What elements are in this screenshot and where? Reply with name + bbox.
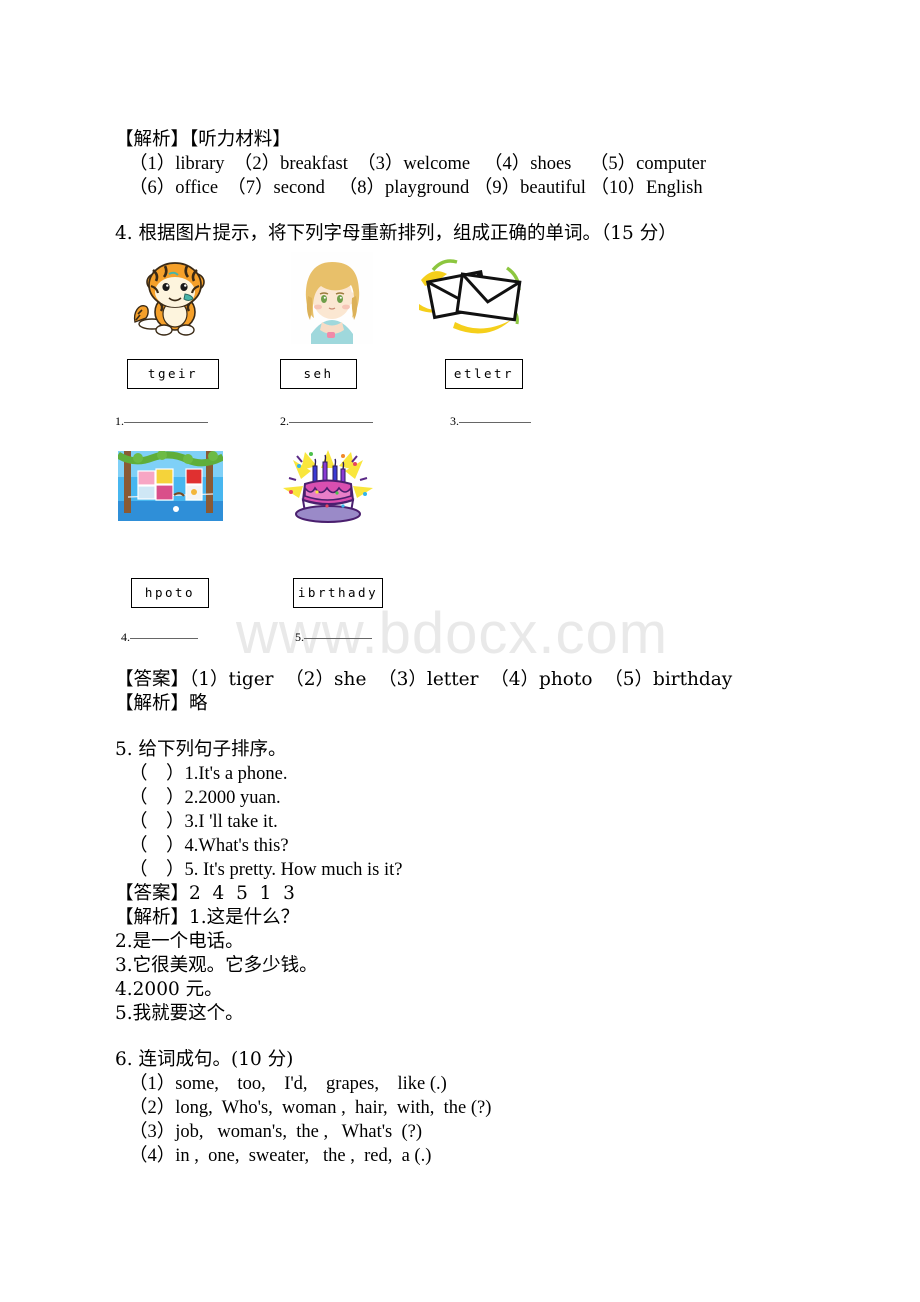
question-6-item-3[interactable]: （3）job, woman's, the , What's (?) <box>115 1120 920 1144</box>
answer-blank-5[interactable]: 5. <box>295 630 372 645</box>
answer-blank-3[interactable]: 3. <box>450 414 531 429</box>
word-box-1: tgeir <box>127 359 219 389</box>
answer-blank-2-number: 2. <box>280 414 289 428</box>
listening-row-1: （1）library （2）breakfast （3）welcome （4）sh… <box>129 154 706 174</box>
question-5-explanation-5: 5.我就要这个。 <box>115 1003 244 1024</box>
answer-blank-1-number: 1. <box>115 414 124 428</box>
question-5-explanation-4: 4.2000 元。 <box>115 979 223 1000</box>
question-6-item-2[interactable]: （2）long, Who's, woman , hair, with, the … <box>115 1096 920 1120</box>
answer-blank-2[interactable]: 2. <box>280 414 373 429</box>
question-5-explanation-3: 3.它很美观。它多少钱。 <box>115 955 318 976</box>
answer-blank-1[interactable]: 1. <box>115 414 208 429</box>
question-4-picture-area: tgeir seh etletr 1. 2. 3. hpoto ibrthady… <box>115 246 920 646</box>
question-5-item-4[interactable]: （ ）4.What's this? <box>115 834 920 858</box>
question-4-answer: 【答案】（1）tiger （2）she （3）letter （4）photo （… <box>115 669 733 690</box>
tiger-image <box>129 254 221 342</box>
question-5-item-5[interactable]: （ ）5. It's pretty. How much is it? <box>115 858 920 882</box>
question-5-answer: 【答案】2 4 5 1 3 <box>115 883 295 904</box>
question-5-item-2[interactable]: （ ）2.2000 yuan. <box>115 786 920 810</box>
question-4-explanation: 【解析】略 <box>115 693 208 714</box>
answer-blank-3-number: 3. <box>450 414 459 428</box>
question-6-prompt: 6. 连词成句。(10 分) <box>115 1049 294 1070</box>
listening-row-2: （6）office （7）second （8）playground （9）bea… <box>129 178 703 198</box>
document-page: www.bdocx.com 【解析】【听力材料】 （1）library （2）b… <box>0 0 920 1302</box>
question-4-prompt: 4. 根据图片提示，将下列字母重新排列，组成正确的单词。（15 分） <box>115 223 677 244</box>
question-5-explanation-1: 【解析】1.这是什么？ <box>115 907 300 928</box>
question-5-explanation-2: 2.是一个电话。 <box>115 931 244 952</box>
question-5-item-3[interactable]: （ ）3.I 'll take it. <box>115 810 920 834</box>
document-content: 【解析】【听力材料】 （1）library （2）breakfast （3）we… <box>0 0 920 1168</box>
question-5-item-1[interactable]: （ ）1.It's a phone. <box>115 762 920 786</box>
answer-blank-4-number: 4. <box>121 630 130 644</box>
question-5-prompt: 5. 给下列句子排序。 <box>115 739 287 760</box>
listening-header: 【解析】【听力材料】 <box>115 129 291 150</box>
cake-image <box>281 446 375 526</box>
word-box-5: ibrthady <box>293 578 383 608</box>
answer-blank-4[interactable]: 4. <box>121 630 198 645</box>
word-box-4: hpoto <box>131 578 209 608</box>
word-box-3: etletr <box>445 359 523 389</box>
answer-blank-5-number: 5. <box>295 630 304 644</box>
photos-image <box>118 451 223 521</box>
question-6-item-4[interactable]: （4）in , one, sweater, the , red, a (.) <box>115 1144 920 1168</box>
question-6-item-1[interactable]: （1）some, too, I'd, grapes, like (.) <box>115 1072 920 1096</box>
word-box-2: seh <box>280 359 357 389</box>
girl-image <box>291 252 373 344</box>
envelope-image <box>415 252 525 340</box>
